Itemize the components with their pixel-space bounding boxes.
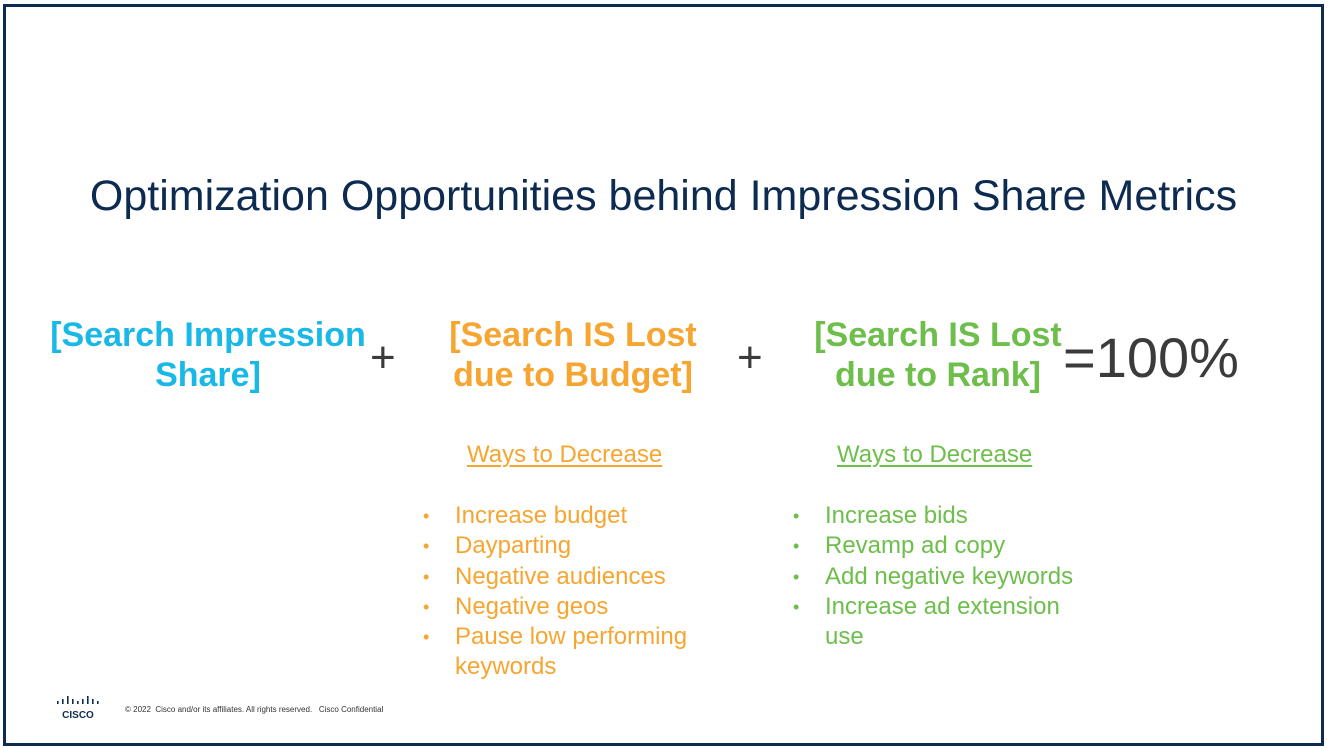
term-line: due to Rank] (835, 356, 1041, 394)
list-item: • Negative geos (423, 592, 723, 622)
plus-operator: + (370, 333, 396, 382)
list-item: • Increase bids (793, 501, 1093, 531)
list-item: • Increase ad extension use (793, 592, 1075, 653)
list-item: • Revamp ad copy (793, 531, 1093, 561)
cisco-logo: CISCO (56, 696, 102, 722)
term-is-lost-budget: [Search IS Lost due to Budget] (423, 315, 723, 395)
list-item: • Pause low performing keywords (423, 622, 715, 683)
term-line: due to Budget] (453, 356, 693, 394)
list-item-text: Dayparting (455, 532, 572, 560)
list-item: • Negative audiences (423, 562, 723, 592)
list-item: • Add negative keywords (793, 562, 1093, 592)
cisco-bridge-icon: CISCO (57, 696, 99, 721)
bullet-icon: • (793, 596, 800, 617)
term-search-impression-share: [Search Impression Share] (48, 315, 368, 395)
list-item-text: Pause low performing keywords (455, 623, 688, 681)
bullet-icon: • (793, 536, 800, 557)
term-line: [Search IS Lost (814, 316, 1062, 354)
footer-copyright: © 2022 Cisco and/or its affiliates. All … (125, 705, 384, 714)
term-is-lost-rank: [Search IS Lost due to Rank] (797, 315, 1079, 395)
bullet-icon: • (423, 596, 430, 617)
bullet-icon: • (423, 536, 430, 557)
bullet-icon: • (793, 506, 800, 526)
bullet-icon: • (423, 566, 430, 587)
term-line: Share] (155, 356, 261, 394)
list-item-text: Increase ad extension use (825, 592, 1060, 651)
rank-ways-heading: Ways to Decrease (837, 441, 1033, 468)
cisco-logo-text: CISCO (62, 710, 94, 721)
list-item-text: Add negative keywords (825, 562, 1074, 590)
equals-result: =100% (1063, 326, 1239, 389)
bullet-icon: • (423, 506, 430, 526)
list-item-text: Increase bids (825, 502, 968, 529)
list-item-text: Revamp ad copy (825, 532, 1006, 560)
list-item-text: Negative geos (455, 592, 609, 620)
list-item: • Dayparting (423, 531, 723, 561)
term-line: [Search Impression (50, 316, 366, 354)
list-item: • Increase budget (423, 501, 723, 531)
bullet-icon: • (423, 627, 430, 648)
rank-ways-list: • Increase bids • Revamp ad copy • Add nega… (793, 501, 1093, 652)
budget-ways-heading: Ways to Decrease (467, 441, 663, 468)
list-item-text: Negative audiences (455, 562, 666, 590)
budget-ways-list: • Increase budget • Dayparting • Negative a… (423, 501, 723, 683)
slide-title: Optimization Opportunities behind Impres… (89, 172, 1238, 220)
bullet-icon: • (793, 566, 800, 587)
plus-operator: + (737, 333, 763, 382)
list-item-text: Increase budget (455, 502, 628, 529)
term-line: [Search IS Lost (449, 316, 697, 354)
